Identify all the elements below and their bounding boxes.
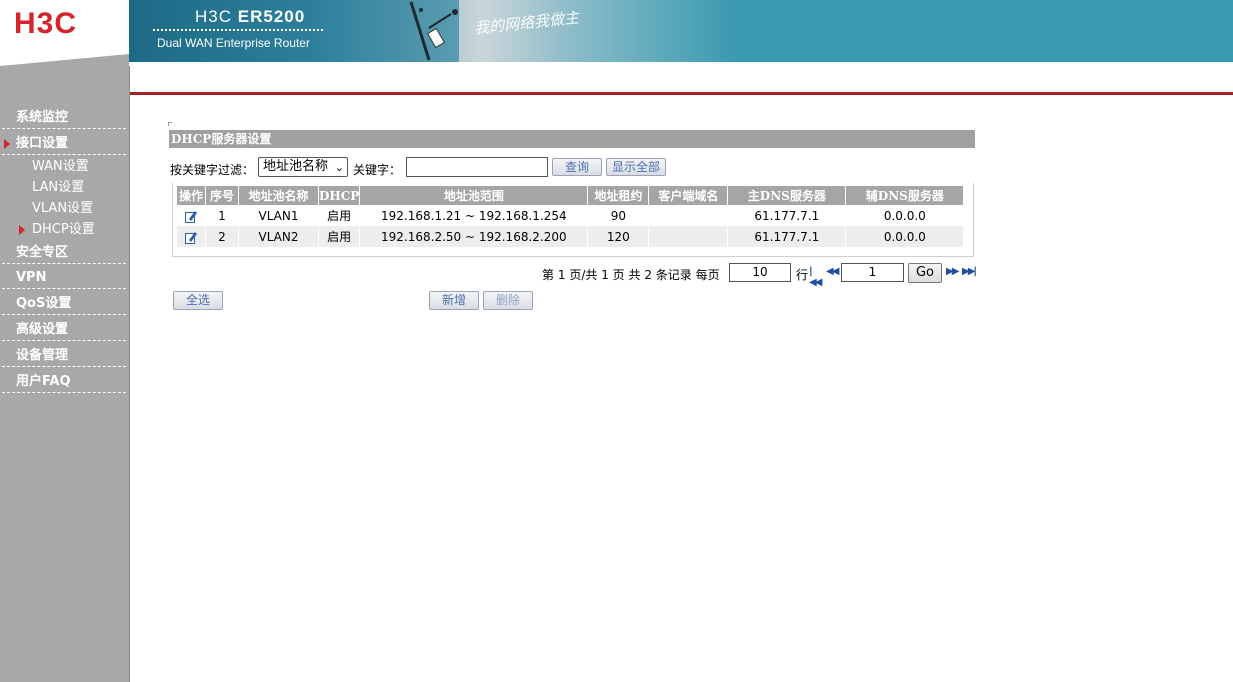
col-secondary-dns: 辅DNS服务器 (846, 186, 964, 205)
next-page-icon[interactable]: ▶▶ (946, 266, 959, 277)
sidebar-item-interface-settings[interactable]: 接口设置 (2, 133, 126, 155)
col-index: 序号 (206, 186, 238, 205)
col-action: 操作 (177, 186, 205, 205)
sidebar-item-faq[interactable]: 用户FAQ (2, 371, 126, 393)
per-page-input[interactable]: 10 (729, 263, 791, 282)
row-primary-dns: 61.177.7.1 (728, 226, 846, 247)
delete-button[interactable]: 删除 (483, 291, 533, 310)
row-index: 2 (206, 226, 238, 247)
row-action-cell (177, 205, 205, 226)
row-range: 192.168.2.50 ~ 192.168.2.200 (360, 226, 588, 247)
last-page-icon[interactable]: ▶▶| (962, 266, 977, 277)
sidebar-subitem-dhcp[interactable]: DHCP设置 (19, 220, 95, 240)
sidebar-item-advanced[interactable]: 高级设置 (2, 319, 126, 341)
keyword-input[interactable] (406, 157, 548, 177)
edit-icon[interactable] (185, 210, 197, 223)
prev-page-icon[interactable]: ◀◀ (826, 266, 839, 277)
sidebar: 系统监控 接口设置 WAN设置 LAN设置 VLAN设置 DHCP设置 安全专区… (0, 66, 130, 682)
row-index: 1 (218, 208, 226, 223)
panel-corner-mark (168, 122, 172, 126)
show-all-button[interactable]: 显示全部 (606, 158, 666, 176)
sidebar-subitem-vlan[interactable]: VLAN设置 (32, 199, 93, 219)
go-button[interactable]: Go (908, 263, 942, 283)
banner-dotted-line (153, 29, 323, 31)
col-lease: 地址租约 (588, 186, 649, 205)
dhcp-pool-table: 操作 序号 地址池名称 DHCP 地址池范围 地址租约 客户端域名 主DNS服务… (176, 186, 964, 247)
plug-graphic-icon (409, 1, 458, 61)
row-pool-name: VLAN1 (258, 208, 299, 223)
row-secondary-dns: 0.0.0.0 (846, 226, 964, 247)
sidebar-item-security[interactable]: 安全专区 (2, 242, 126, 264)
sidebar-subitem-wan[interactable]: WAN设置 (32, 157, 89, 177)
product-model: H3C ER5200 (195, 7, 306, 26)
sidebar-item-qos[interactable]: QoS设置 (2, 293, 126, 315)
row-range: 192.168.1.21 ~ 192.168.1.254 (381, 208, 567, 223)
row-secondary-dns: 0.0.0.0 (883, 208, 926, 223)
chevron-down-icon: ⌄ (334, 161, 344, 174)
row-lease: 120 (588, 226, 649, 247)
row-action-cell (177, 226, 205, 247)
filter-field-select[interactable]: 地址池名称 ⌄ (258, 157, 348, 177)
col-dhcp: DHCP (319, 186, 360, 205)
keyword-label: 关键字： (353, 163, 402, 177)
row-client-domain (649, 205, 727, 226)
table-header-row: 操作 序号 地址池名称 DHCP 地址池范围 地址租约 客户端域名 主DNS服务… (177, 186, 964, 205)
rows-label: 行 (796, 268, 809, 282)
row-primary-dns: 61.177.7.1 (754, 208, 820, 223)
pager-text: 第 1 页/共 1 页 共 2 条记录 每页 (542, 268, 720, 282)
search-button[interactable]: 查询 (552, 158, 602, 176)
col-pool-name: 地址池名称 (239, 186, 318, 205)
select-all-button[interactable]: 全选 (173, 291, 223, 310)
sidebar-item-system-monitor[interactable]: 系统监控 (2, 107, 126, 129)
col-client-domain: 客户端域名 (649, 186, 728, 205)
page-title: DHCP服务器设置 (169, 130, 975, 148)
edit-icon[interactable] (185, 231, 197, 244)
goto-page-input[interactable]: 1 (841, 263, 904, 282)
sidebar-item-vpn[interactable]: VPN (2, 267, 126, 289)
h3c-logo: H3C (14, 7, 78, 40)
product-subtitle: Dual WAN Enterprise Router (157, 36, 310, 50)
row-dhcp-status: 启用 (327, 209, 352, 223)
table-row: 1 VLAN1 启用 192.168.1.21 ~ 192.168.1.254 … (177, 205, 963, 226)
sidebar-item-device-management[interactable]: 设备管理 (2, 345, 126, 367)
row-dhcp-status: 启用 (319, 226, 360, 247)
header-white-band (129, 62, 1233, 92)
col-primary-dns: 主DNS服务器 (728, 186, 846, 205)
add-button[interactable]: 新增 (429, 291, 479, 310)
filter-label: 按关键字过滤： (170, 163, 255, 177)
row-client-domain (649, 226, 728, 247)
first-page-icon[interactable]: |◀◀ (809, 266, 822, 288)
header-divider (129, 92, 1233, 95)
col-range: 地址池范围 (360, 186, 588, 205)
sidebar-subitem-lan[interactable]: LAN设置 (32, 178, 84, 198)
table-row: 2 VLAN2 启用 192.168.2.50 ~ 192.168.2.200 … (177, 226, 964, 247)
banner-slogan: 我的网络我做主 (473, 8, 580, 38)
row-pool-name: VLAN2 (239, 226, 318, 247)
row-lease: 90 (610, 208, 626, 223)
